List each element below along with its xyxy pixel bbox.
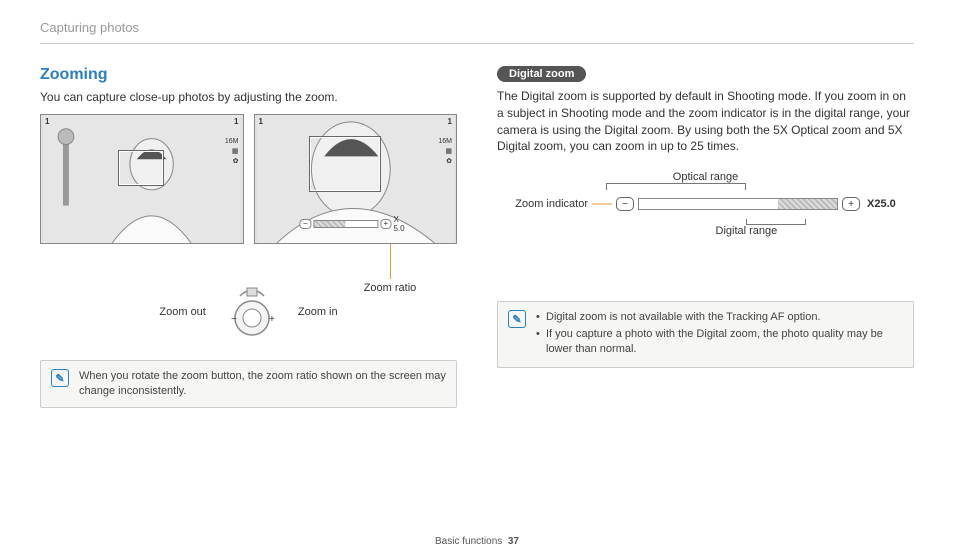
breadcrumb: Capturing photos	[40, 20, 914, 44]
right-column: Digital zoom The Digital zoom is support…	[497, 66, 914, 408]
zoom-minus-icon: −	[616, 197, 634, 211]
callout-line	[592, 200, 612, 208]
zoom-plus-icon: +	[380, 219, 391, 229]
zoom-plus-icon: +	[842, 197, 860, 211]
digital-range-label: Digital range	[716, 225, 778, 237]
note-box-2: ✎ Digital zoom is not available with the…	[497, 301, 914, 368]
zoom-max-value: X25.0	[867, 198, 896, 210]
page-number: 37	[508, 536, 519, 547]
mode-icon: ▦	[225, 147, 239, 157]
status-left: 1	[259, 117, 263, 126]
status-left: 1	[45, 117, 49, 126]
note-icon: ✎	[51, 369, 69, 387]
zoom-indicator-label: Zoom indicator	[515, 198, 588, 210]
note-box-1: ✎ When you rotate the zoom button, the z…	[40, 360, 457, 408]
zooming-intro: You can capture close-up photos by adjus…	[40, 90, 457, 104]
optical-range-label: Optical range	[606, 171, 806, 183]
focus-box	[310, 137, 380, 191]
preview-normal: 1 1 16M ▦ ✿	[40, 114, 244, 244]
digital-zoom-body: The Digital zoom is supported by default…	[497, 88, 914, 155]
zoom-value: X 5.0	[393, 215, 410, 233]
callout-line	[390, 244, 391, 279]
flash-icon: ✿	[225, 157, 239, 167]
status-right: 1	[448, 117, 452, 126]
flash-icon: ✿	[438, 157, 452, 167]
zoom-ratio-label: Zoom ratio	[350, 282, 430, 294]
zoom-minus-icon: −	[300, 219, 311, 229]
note-item-1: Digital zoom is not available with the T…	[536, 310, 903, 325]
zoom-range-diagram: Optical range Zoom indicator − + X25.0 .…	[497, 171, 914, 281]
note-item-2: If you capture a photo with the Digital …	[536, 327, 903, 357]
status-right: 1	[234, 117, 238, 126]
mode-icon: ▦	[438, 147, 452, 157]
svg-text:+: +	[269, 314, 275, 325]
zoom-dial-icon: − +	[224, 284, 280, 340]
res-icon: 16M	[225, 137, 239, 147]
left-column: Zooming You can capture close-up photos …	[40, 66, 457, 408]
zooming-heading: Zooming	[40, 66, 457, 84]
focus-box	[119, 151, 163, 185]
zoom-track	[313, 220, 378, 228]
digital-zoom-pill: Digital zoom	[497, 66, 586, 82]
zoom-out-label: Zoom out	[159, 306, 205, 318]
preview-zoomed: 1 1 16M ▦ ✿ − + X 5.0	[254, 114, 458, 244]
res-icon: 16M	[438, 137, 452, 147]
zoom-in-label: Zoom in	[298, 306, 338, 318]
svg-text:−: −	[231, 314, 237, 325]
zoom-track	[638, 198, 838, 210]
footer-section: Basic functions	[435, 536, 502, 547]
note-text-1: When you rotate the zoom button, the zoo…	[79, 369, 446, 399]
zoom-bar: − + X 5.0	[300, 215, 411, 233]
note-icon: ✎	[508, 310, 526, 328]
page-footer: Basic functions 37	[0, 536, 954, 547]
